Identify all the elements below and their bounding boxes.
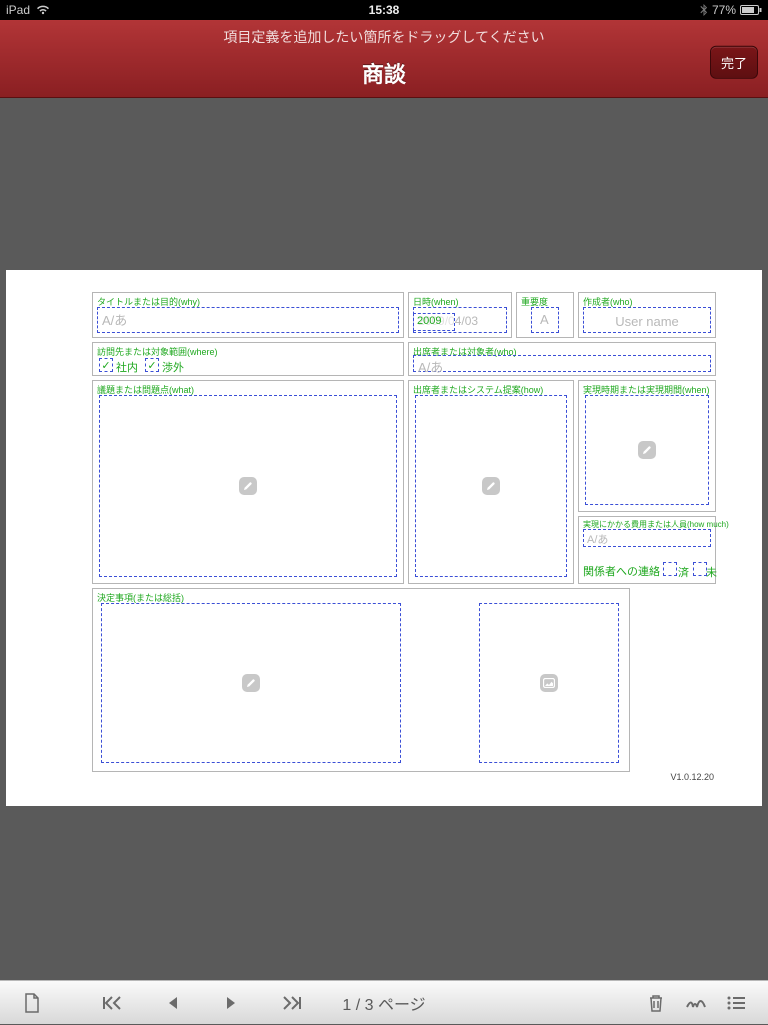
last-page-button[interactable]: [272, 981, 312, 1025]
list-button[interactable]: [716, 981, 756, 1025]
form-page: タイトルまたは目的(why) A/あ 日時(when) 2009/04/03 2…: [92, 292, 716, 784]
prev-page-button[interactable]: [152, 981, 192, 1025]
checkbox-notyet[interactable]: [693, 562, 707, 576]
page-title: 商談: [0, 57, 768, 89]
field-howmuch[interactable]: 実現にかかる費用または人員(how much) A/あ 関係者への連絡 済 未 …: [578, 516, 716, 584]
field-date-overlay: 2009: [417, 315, 441, 327]
trash-button[interactable]: [636, 981, 676, 1025]
field-author[interactable]: 作成者(who) User name: [578, 292, 716, 338]
done-button[interactable]: 完了: [710, 45, 758, 78]
version-label: V1.0.12.20: [670, 772, 714, 782]
header-bar: 項目定義を追加したい箇所をドラッグしてください 商談 完了: [0, 20, 768, 98]
checkbox-internal-label: 社内: [116, 359, 138, 375]
toolbar: 1 / 3 ページ: [0, 980, 768, 1024]
field-where[interactable]: 訪問先または対象範囲(where) ✓ 社内 ✓ 渉外: [92, 342, 404, 376]
checkbox-external[interactable]: ✓: [145, 358, 159, 372]
field-when2[interactable]: 実現時期または実現期間(when): [578, 380, 716, 512]
field-contact-label: 関係者への連絡: [583, 563, 660, 579]
battery-icon: [740, 5, 762, 15]
first-page-button[interactable]: [92, 981, 132, 1025]
bluetooth-icon: [700, 4, 708, 16]
field-who[interactable]: 出席者または対象者(who) A/あ: [408, 342, 716, 376]
field-howmuch-placeholder: A/あ: [587, 531, 608, 547]
image-icon: [540, 674, 558, 692]
next-page-button[interactable]: [212, 981, 252, 1025]
checkbox-done[interactable]: [663, 562, 677, 576]
field-where-label: 訪問先または対象範囲(where): [97, 345, 218, 358]
pencil-icon: [638, 441, 656, 459]
field-author-placeholder: User name: [615, 314, 679, 329]
field-title-placeholder: A/あ: [102, 310, 127, 329]
form-canvas[interactable]: タイトルまたは目的(why) A/あ 日時(when) 2009/04/03 2…: [6, 270, 762, 806]
wifi-icon: [36, 5, 50, 15]
new-page-button[interactable]: [12, 981, 52, 1025]
pager-label: 1 / 3 ページ: [342, 991, 425, 1015]
field-title[interactable]: タイトルまたは目的(why) A/あ: [92, 292, 404, 338]
field-decision[interactable]: 決定事項(または総括): [92, 588, 630, 772]
field-priority[interactable]: 重要度 A: [516, 292, 574, 338]
checkbox-internal[interactable]: ✓: [99, 358, 113, 372]
field-what[interactable]: 議題または問題点(what): [92, 380, 404, 584]
checkbox-external-label: 渉外: [162, 359, 184, 375]
status-bar: iPad 15:38 77%: [0, 0, 768, 20]
pencil-icon: [242, 674, 260, 692]
field-priority-placeholder: A: [540, 312, 549, 327]
field-how[interactable]: 出席者またはシステム提案(how): [408, 380, 574, 584]
field-date[interactable]: 日時(when) 2009/04/03 2009: [408, 292, 512, 338]
battery-label: 77%: [712, 3, 736, 17]
signature-button[interactable]: [676, 981, 716, 1025]
device-label: iPad: [6, 3, 30, 17]
instruction-text: 項目定義を追加したい箇所をドラッグしてください: [0, 20, 768, 47]
field-who-placeholder: A/あ: [418, 357, 443, 376]
pencil-icon: [239, 477, 257, 495]
pencil-icon: [482, 477, 500, 495]
checkbox-done-label: 済: [678, 564, 689, 580]
clock: 15:38: [369, 3, 400, 17]
